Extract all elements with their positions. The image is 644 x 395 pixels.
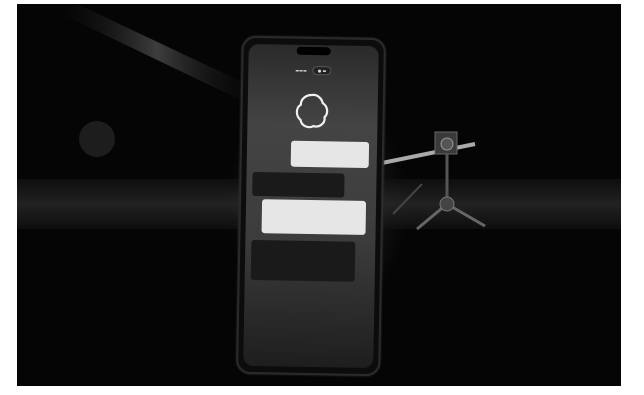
smartphone: ▬▬▬ ● ▬	[236, 35, 386, 377]
assistant-message-bubble	[250, 239, 356, 282]
user-message-bubble	[290, 140, 370, 169]
app-header: ▬▬▬ ● ▬	[248, 64, 378, 76]
voice-orb-icon[interactable]	[291, 91, 332, 132]
bokeh-light	[79, 121, 115, 157]
message-text	[257, 175, 341, 176]
mode-chip[interactable]: ● ▬	[312, 65, 332, 75]
assistant-message-bubble	[252, 171, 345, 198]
phone-screen: ▬▬▬ ● ▬	[243, 43, 379, 369]
diagonal-light-streak	[57, 4, 257, 104]
camera-cutout	[296, 46, 331, 56]
user-message-bubble	[261, 199, 367, 235]
message-text	[255, 243, 351, 245]
photo-scene: ▬▬▬ ● ▬	[17, 4, 621, 386]
app-title: ▬▬▬	[295, 67, 307, 73]
